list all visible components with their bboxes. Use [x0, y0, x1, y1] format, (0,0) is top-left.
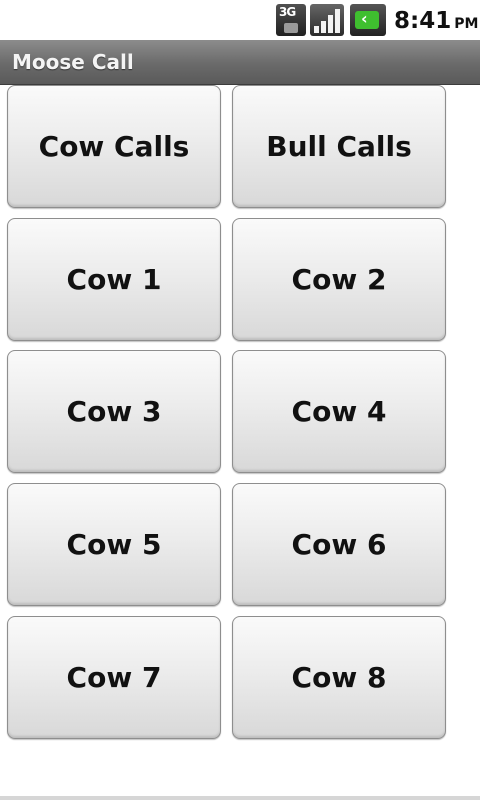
cow-4-button[interactable]: Cow 4	[232, 350, 446, 473]
status-clock: 8:41 PM	[394, 4, 478, 36]
signal-bar	[335, 9, 340, 33]
cow-5-button[interactable]: Cow 5	[7, 483, 221, 606]
battery-cell: ‹	[355, 9, 379, 29]
data-activity-icon	[284, 23, 298, 33]
bottom-divider	[0, 796, 480, 800]
signal-bar	[314, 26, 319, 33]
cow-8-button[interactable]: Cow 8	[232, 616, 446, 739]
network-type-label: 3G	[279, 5, 296, 19]
cow-3-button[interactable]: Cow 3	[7, 350, 221, 473]
signal-bar	[321, 21, 326, 33]
status-bar: 3G ‹ 8:41 PM	[0, 0, 480, 40]
call-button-grid: Cow Calls Bull Calls Cow 1 Cow 2 Cow 3 C…	[0, 84, 480, 800]
battery-charging-icon: ‹	[350, 4, 386, 36]
clock-time: 8:41	[394, 8, 452, 34]
battery-charge-glyph: ‹	[361, 9, 368, 28]
signal-bar	[328, 15, 333, 33]
cow-1-button[interactable]: Cow 1	[7, 218, 221, 341]
cow-2-button[interactable]: Cow 2	[232, 218, 446, 341]
network-3g-icon: 3G	[276, 4, 306, 36]
cow-calls-button[interactable]: Cow Calls	[7, 85, 221, 208]
app-title-bar: Moose Call	[0, 40, 480, 85]
cow-6-button[interactable]: Cow 6	[232, 483, 446, 606]
app-title: Moose Call	[12, 50, 134, 74]
cow-7-button[interactable]: Cow 7	[7, 616, 221, 739]
clock-ampm: PM	[454, 16, 479, 32]
signal-strength-icon	[310, 4, 344, 36]
bull-calls-button[interactable]: Bull Calls	[232, 85, 446, 208]
